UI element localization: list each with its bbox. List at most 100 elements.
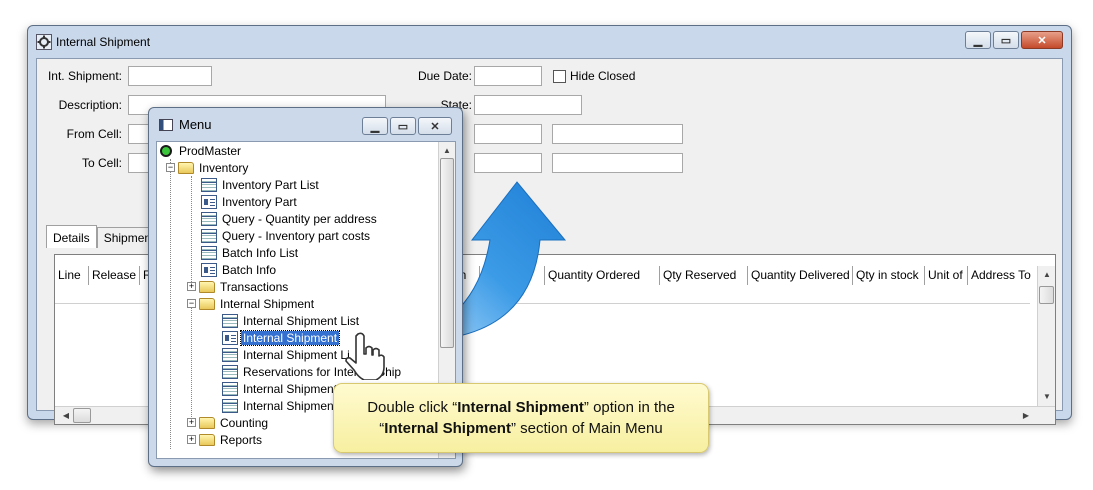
tree-item-batch-info-list[interactable]: Batch Info List bbox=[201, 244, 300, 261]
tree-item-label: Reports bbox=[220, 432, 263, 447]
to-cell-code-input[interactable] bbox=[474, 153, 542, 173]
col-address-to[interactable]: Address To bbox=[968, 266, 1038, 285]
tree-item-inventory[interactable]: − Inventory bbox=[166, 159, 250, 176]
list-icon bbox=[222, 381, 238, 396]
scroll-down-icon[interactable]: ▼ bbox=[1040, 390, 1054, 404]
col-unit-of[interactable]: Unit of bbox=[925, 266, 968, 285]
tree-item-inventory-part-list[interactable]: Inventory Part List bbox=[201, 176, 321, 193]
to-cell-description-input[interactable] bbox=[552, 153, 683, 173]
scroll-thumb[interactable] bbox=[1039, 286, 1054, 304]
close-button[interactable]: ✕ bbox=[1021, 31, 1063, 49]
col-line[interactable]: Line bbox=[55, 266, 89, 285]
tree-item-label: Counting bbox=[220, 415, 269, 430]
tree-item-internal-shipment-list[interactable]: Internal Shipment List bbox=[222, 312, 361, 329]
maximize-icon: ▭ bbox=[397, 121, 409, 133]
tree-item-query-costs[interactable]: Query - Inventory part costs bbox=[201, 227, 372, 244]
due-date-label: Due Date: bbox=[417, 69, 472, 83]
form-icon bbox=[201, 262, 217, 277]
callout-line-2: “Internal Shipment” section of Main Menu bbox=[334, 418, 708, 439]
menu-window-controls: ▁ ▭ ✕ bbox=[362, 117, 452, 135]
window-titlebar: Internal Shipment bbox=[36, 33, 150, 51]
tree-connector bbox=[191, 176, 192, 290]
tree-item-label: Internal Shipment List bbox=[243, 313, 360, 328]
instruction-callout: Double click “Internal Shipment” option … bbox=[333, 383, 709, 453]
window-controls: ▁ ▭ ✕ bbox=[965, 31, 1063, 49]
tree-item-label: Batch Info List bbox=[222, 245, 299, 260]
tree-item-internal-shipment-folder[interactable]: − Internal Shipment bbox=[187, 295, 316, 312]
folder-icon bbox=[199, 280, 215, 293]
tab-details[interactable]: Details bbox=[46, 225, 97, 248]
col-quantity-delivered[interactable]: Quantity Delivered bbox=[748, 266, 853, 285]
callout-emphasis: Internal Shipment bbox=[457, 399, 584, 416]
minimize-icon: ▁ bbox=[370, 121, 380, 133]
gear-icon bbox=[36, 34, 52, 50]
expand-icon[interactable]: + bbox=[187, 435, 196, 444]
menu-maximize-button[interactable]: ▭ bbox=[390, 117, 416, 135]
grid-vertical-scrollbar[interactable]: ▲ ▼ bbox=[1037, 266, 1055, 406]
minimize-button[interactable]: ▁ bbox=[965, 31, 991, 49]
close-icon: ✕ bbox=[430, 121, 440, 133]
state-input[interactable] bbox=[474, 95, 582, 115]
tab-bar: Details Shipmen bbox=[46, 225, 159, 248]
tree-connector bbox=[170, 159, 171, 449]
scroll-thumb[interactable] bbox=[440, 158, 454, 348]
tree-item-label: Inventory Part bbox=[222, 194, 297, 209]
tree-item-transactions[interactable]: + Transactions bbox=[187, 278, 290, 295]
folder-icon bbox=[199, 433, 215, 446]
col-release[interactable]: Release bbox=[89, 266, 140, 285]
window-title: Internal Shipment bbox=[56, 35, 151, 49]
tree-item-label: Internal Shipment bbox=[243, 398, 338, 413]
tree-item-prodmaster[interactable]: ProdMaster bbox=[160, 142, 243, 159]
list-icon bbox=[201, 177, 217, 192]
folder-icon bbox=[199, 416, 215, 429]
tree-item-internal-shipment[interactable]: Internal Shipment bbox=[222, 329, 341, 346]
collapse-icon[interactable]: − bbox=[166, 163, 175, 172]
tree-item-label: Transactions bbox=[220, 279, 289, 294]
scroll-right-icon[interactable]: ▶ bbox=[1019, 409, 1033, 423]
horizontal-scroll-thumb[interactable] bbox=[73, 408, 91, 423]
tree-item-query-quantity[interactable]: Query - Quantity per address bbox=[201, 210, 379, 227]
tree-item-internal-shipment-lines[interactable]: Internal Shipment Li bbox=[222, 346, 352, 363]
hide-closed-label: Hide Closed bbox=[570, 69, 636, 83]
tree-item-label: Internal Shipment Li bbox=[243, 347, 350, 362]
maximize-icon: ▭ bbox=[1000, 35, 1012, 47]
maximize-button[interactable]: ▭ bbox=[993, 31, 1019, 49]
app-window-icon bbox=[159, 118, 173, 131]
tree-item-label: Query - Quantity per address bbox=[222, 211, 377, 226]
list-icon bbox=[201, 228, 217, 243]
tree-item-inventory-part[interactable]: Inventory Part bbox=[201, 193, 299, 210]
tree-item-label: Inventory bbox=[199, 160, 249, 175]
col-qty-reserved[interactable]: Qty Reserved bbox=[660, 266, 748, 285]
tree-item-internal-shipment-a[interactable]: Internal Shipment bbox=[222, 380, 339, 397]
description-label: Description: bbox=[58, 98, 122, 112]
col-qty-in-stock[interactable]: Qty in stock bbox=[853, 266, 925, 285]
collapse-icon[interactable]: − bbox=[187, 299, 196, 308]
from-cell-description-input[interactable] bbox=[552, 124, 683, 144]
menu-minimize-button[interactable]: ▁ bbox=[362, 117, 388, 135]
scroll-up-icon[interactable]: ▲ bbox=[1040, 268, 1054, 282]
minimize-icon: ▁ bbox=[973, 35, 983, 47]
tree-item-internal-shipment-b[interactable]: Internal Shipment bbox=[222, 397, 339, 414]
int-shipment-input[interactable] bbox=[128, 66, 212, 86]
tree-item-label: ProdMaster bbox=[179, 143, 242, 158]
due-date-input[interactable] bbox=[474, 66, 542, 86]
expand-icon[interactable]: + bbox=[187, 418, 196, 427]
from-cell-code-input[interactable] bbox=[474, 124, 542, 144]
int-shipment-label: Int. Shipment: bbox=[47, 69, 122, 83]
to-cell-label: To Cell: bbox=[81, 156, 122, 170]
scroll-up-icon[interactable]: ▲ bbox=[440, 144, 454, 158]
expand-icon[interactable]: + bbox=[187, 282, 196, 291]
tree-item-batch-info[interactable]: Batch Info bbox=[201, 261, 278, 278]
list-icon bbox=[222, 364, 238, 379]
tree-item-counting[interactable]: + Counting bbox=[187, 414, 270, 431]
tree-item-label: Internal Shipment bbox=[239, 329, 341, 346]
tree-connector bbox=[191, 307, 192, 421]
close-icon: ✕ bbox=[1037, 35, 1047, 47]
hand-cursor-icon bbox=[345, 332, 385, 380]
scroll-left-icon[interactable]: ◀ bbox=[59, 409, 73, 423]
callout-text: ” section of Main Menu bbox=[510, 420, 663, 437]
hide-closed-checkbox[interactable] bbox=[553, 70, 566, 83]
menu-close-button[interactable]: ✕ bbox=[418, 117, 452, 135]
tree-item-reports[interactable]: + Reports bbox=[187, 431, 264, 448]
callout-text: Double click “ bbox=[367, 399, 458, 416]
